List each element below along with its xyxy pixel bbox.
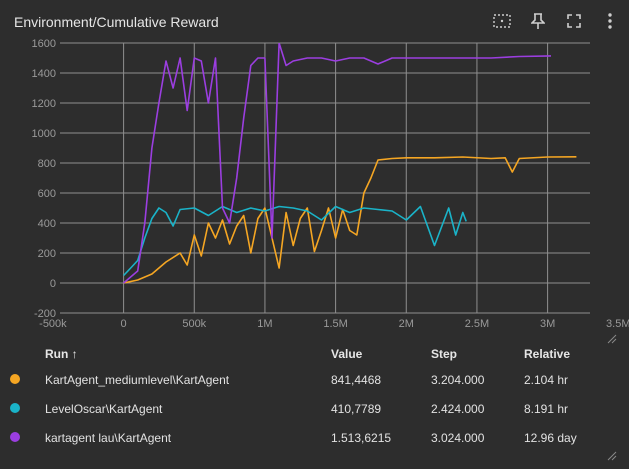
chart-card: Environment/Cumulative Reward -500k 0 500k… (0, 0, 629, 469)
more-vert-icon[interactable] (599, 10, 621, 32)
run-step: 2.424.000 (431, 401, 485, 416)
x-tick-label: 3.5M (606, 318, 629, 330)
run-value: 841,4468 (331, 372, 382, 387)
y-axis: -200 0 200 400 600 800 1000 1200 1400 1600 (32, 38, 56, 320)
y-tick-label: 600 (38, 188, 56, 200)
y-tick-label: 400 (38, 218, 56, 230)
column-header-step: Step (431, 347, 458, 361)
x-axis: -500k 0 500k 1M 1.5M 2M 2.5M 3M 3.5M (39, 318, 629, 330)
table-row[interactable]: LevelOscar\KartAgent 410,7789 2.424.000 … (10, 394, 604, 423)
resize-handle-icon[interactable] (605, 332, 617, 344)
run-relative: 8.191 hr (524, 401, 569, 416)
x-tick-label: 500k (182, 318, 206, 330)
run-step: 3.024.000 (431, 430, 485, 445)
resize-handle-icon[interactable] (605, 449, 617, 461)
run-value: 410,7789 (331, 401, 382, 416)
x-tick-label: 1M (257, 318, 272, 330)
run-name: KartAgent_mediumlevel\KartAgent (45, 372, 230, 387)
run-step: 3.204.000 (431, 372, 485, 387)
y-tick-label: 1000 (32, 128, 56, 140)
column-header-relative: Relative (524, 347, 571, 361)
y-tick-label: -200 (34, 308, 56, 320)
column-header-run[interactable]: Run ↑ (45, 343, 331, 365)
x-tick-label: 2.5M (465, 318, 489, 330)
y-tick-label: 1200 (32, 98, 56, 110)
x-tick-label: 0 (121, 318, 127, 330)
series-color-dot (10, 373, 20, 384)
run-relative: 12.96 day (524, 430, 577, 445)
line-chart[interactable]: -500k 0 500k 1M 1.5M 2M 2.5M 3M 3.5M -2000200400… (0, 38, 629, 338)
run-relative: 2.104 hr (524, 372, 569, 387)
pin-icon[interactable] (527, 10, 549, 32)
y-tick-label: 800 (38, 158, 56, 170)
fit-domain-icon[interactable] (491, 10, 513, 32)
series-color-dot (10, 402, 20, 413)
chart-title: Environment/Cumulative Reward (14, 14, 219, 30)
y-tick-label: 200 (38, 248, 56, 260)
run-name: kartagent lau\KartAgent (45, 430, 172, 445)
x-tick-label: 2M (399, 318, 414, 330)
column-header-value: Value (331, 347, 363, 361)
y-tick-label: 1400 (32, 68, 56, 80)
table-row[interactable]: kartagent lau\KartAgent 1.513,6215 3.024… (10, 423, 604, 452)
fullscreen-icon[interactable] (563, 10, 585, 32)
series-color-dot (10, 431, 20, 442)
chart-toolbar (491, 10, 621, 32)
chart-grid (60, 42, 590, 314)
run-name: LevelOscar\KartAgent (45, 401, 163, 416)
y-tick-label: 0 (50, 278, 56, 290)
runs-table: Run ↑ Value Step Relative KartAgent_medi… (10, 343, 604, 452)
run-value: 1.513,6215 (331, 430, 392, 445)
x-tick-label: 3M (540, 318, 555, 330)
x-tick-label: 1.5M (323, 318, 347, 330)
series-line-0[interactable] (123, 156, 577, 284)
y-tick-label: 1600 (32, 38, 56, 50)
table-row[interactable]: KartAgent_mediumlevel\KartAgent 841,4468… (10, 365, 604, 394)
